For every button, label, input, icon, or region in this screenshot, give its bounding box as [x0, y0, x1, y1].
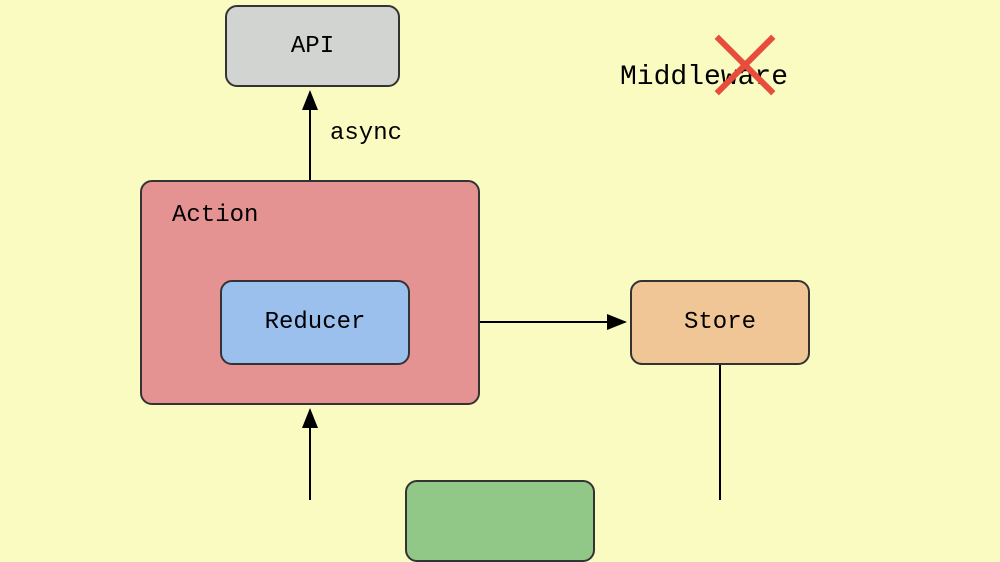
green-node: [405, 480, 595, 562]
store-label: Store: [684, 309, 756, 336]
async-edge-label: async: [330, 120, 402, 147]
reducer-node: Reducer: [220, 280, 410, 365]
cross-out-icon: [705, 25, 785, 105]
api-node: API: [225, 5, 400, 87]
action-label: Action: [172, 202, 258, 229]
reducer-label: Reducer: [265, 309, 366, 336]
store-node: Store: [630, 280, 810, 365]
api-label: API: [291, 33, 334, 60]
